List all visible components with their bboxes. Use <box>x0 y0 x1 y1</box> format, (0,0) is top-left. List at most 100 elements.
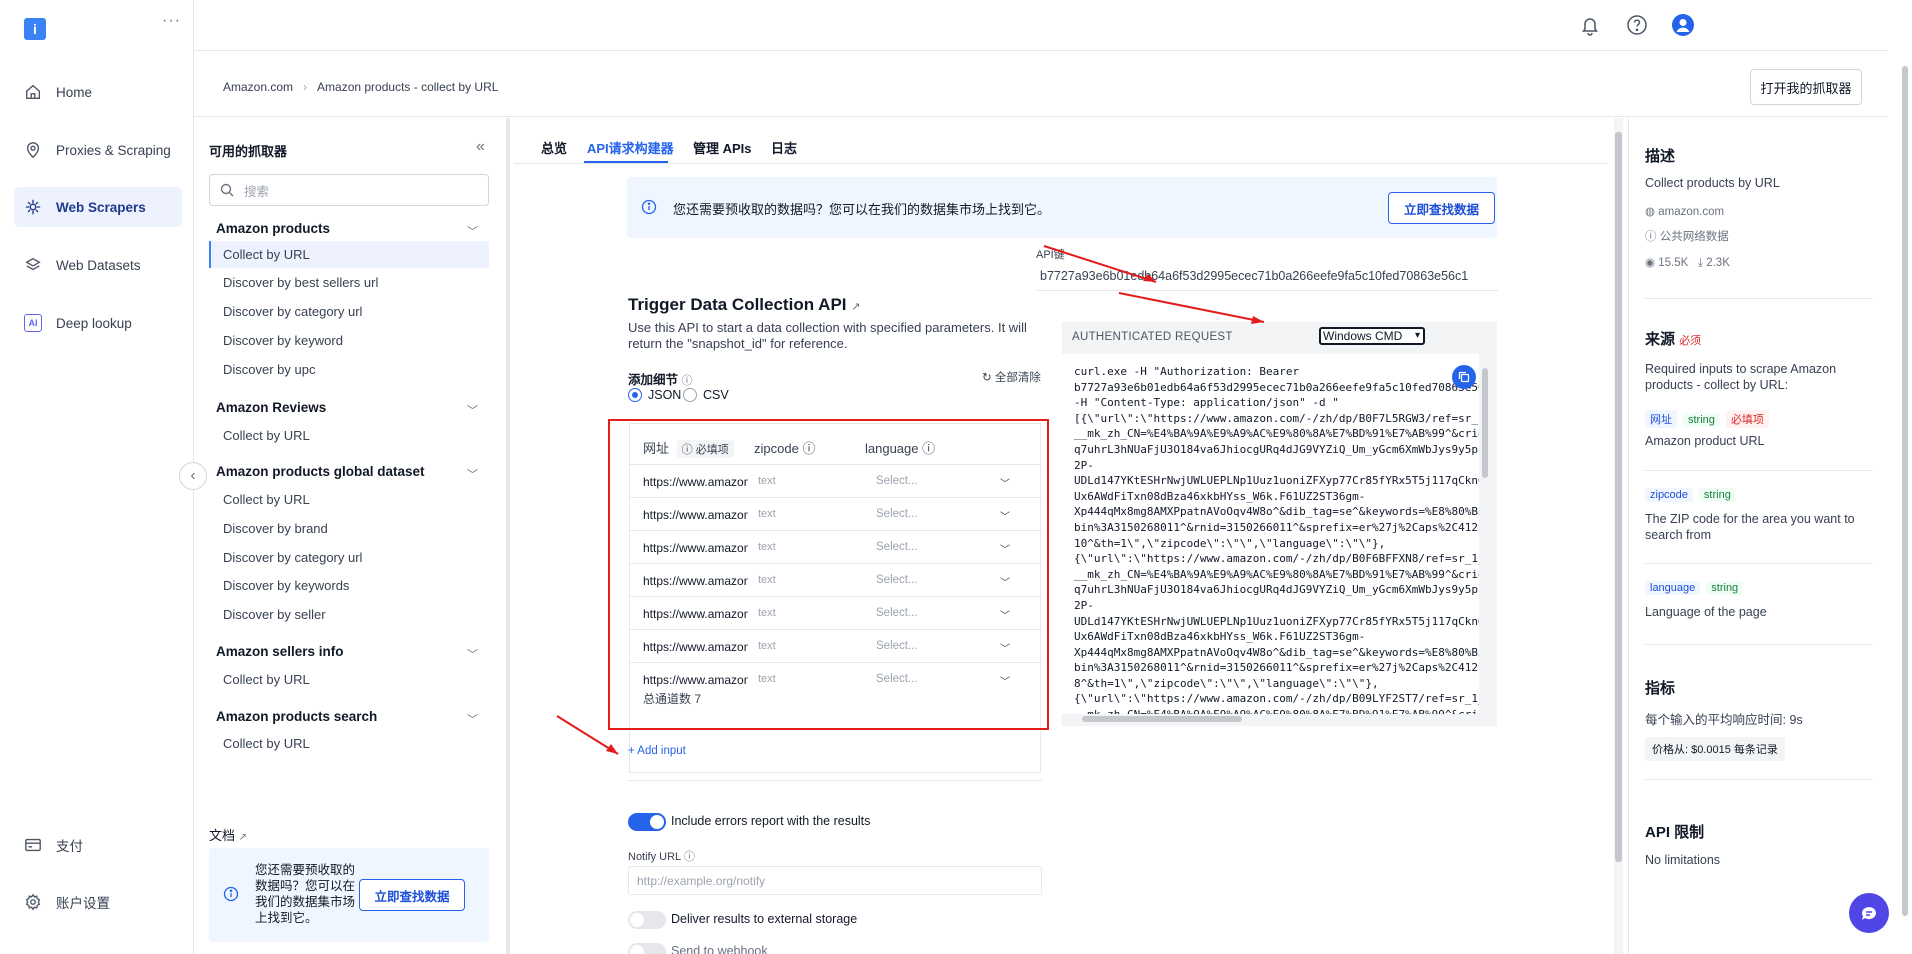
layers-icon <box>24 256 42 274</box>
nav-settings[interactable]: 账户设置 <box>14 882 182 922</box>
docs-link[interactable]: 文档 ↗ <box>209 825 247 844</box>
nav-web-datasets[interactable]: Web Datasets <box>14 245 182 285</box>
card-icon <box>24 836 42 854</box>
refresh-icon: ↻ <box>982 372 992 384</box>
group-amazon-reviews[interactable]: Amazon Reviews ﹀ <box>216 400 486 417</box>
clear-all-button[interactable]: ↻ 全部清除 <box>982 369 1041 385</box>
nav-web-scrapers[interactable]: Web Scrapers <box>14 187 182 227</box>
group-amazon-sellers[interactable]: Amazon sellers info ﹀ <box>216 644 486 661</box>
divider <box>1645 779 1873 780</box>
send-webhook-toggle[interactable] <box>628 943 666 954</box>
input-tags: zipcode string <box>1645 487 1742 502</box>
group-amazon-search[interactable]: Amazon products search ﹀ <box>216 709 486 726</box>
scraper-item[interactable]: Discover by seller <box>209 601 489 628</box>
input-description: Amazon product URL <box>1645 434 1765 448</box>
api-key-field[interactable]: b7727a93e6b01edb64a6f53d2995ecec71b0a266… <box>1036 261 1498 291</box>
breadcrumb-bar: Amazon.com › Amazon products - collect by … <box>194 50 1888 117</box>
scraper-item[interactable]: Discover by upc <box>209 356 489 383</box>
code-vertical-scrollbar[interactable] <box>1480 354 1490 714</box>
scraper-item[interactable]: Discover by brand <box>209 515 489 542</box>
scraper-item[interactable]: Discover by keywords <box>209 572 489 599</box>
content-scrollbar[interactable] <box>1614 118 1623 954</box>
bell-icon[interactable] <box>1579 14 1601 36</box>
find-data-button[interactable]: 立即查找数据 <box>1388 192 1495 224</box>
format-json-radio[interactable]: JSON <box>628 388 681 402</box>
external-link-icon: ↗ <box>851 301 861 313</box>
copy-icon <box>1458 371 1470 383</box>
notify-url-label: Notify URL ⓘ <box>628 851 695 863</box>
auth-request-label: AUTHENTICATED REQUEST <box>1072 331 1233 343</box>
nav-label: Proxies & Scraping <box>56 142 171 158</box>
chat-icon <box>1861 907 1876 920</box>
code-horizontal-scrollbar[interactable] <box>1062 714 1479 724</box>
info-icon: ⓘ <box>1645 231 1657 243</box>
group-amazon-products[interactable]: Amazon products ﹀ <box>216 221 486 238</box>
notify-url-input[interactable] <box>628 866 1042 895</box>
docs-card: 您还需要预收取的数据吗？您可以在我们的数据集市场上找到它。 立即查找数据 <box>209 848 489 942</box>
include-errors-toggle[interactable] <box>628 813 666 831</box>
input-description: The ZIP code for the area you want to se… <box>1645 512 1855 542</box>
divider <box>514 163 1609 164</box>
docs-text: 您还需要预收取的数据吗？您可以在我们的数据集市场上找到它。 <box>255 863 356 925</box>
scraper-item[interactable]: Discover by category url <box>209 544 489 571</box>
nav-label: 支付 <box>56 839 83 854</box>
help-icon: ⓘ <box>681 375 693 387</box>
collapse-icon[interactable]: « <box>476 138 485 156</box>
tab-overview[interactable]: 总览 <box>541 138 567 157</box>
nav-deep-lookup[interactable]: AI Deep lookup <box>14 303 182 343</box>
top-bar <box>194 0 1912 50</box>
tab-logs[interactable]: 日志 <box>771 138 797 157</box>
nav-billing[interactable]: 支付 <box>14 825 182 865</box>
code-panel: AUTHENTICATED REQUEST Windows CMD ▾ curl.… <box>1062 322 1497 726</box>
tab-api-builder[interactable]: API请求构建器 <box>587 138 674 157</box>
divider <box>1645 298 1873 299</box>
user-icon[interactable] <box>1672 14 1694 36</box>
breadcrumb: Amazon.com › Amazon products - collect by … <box>223 80 498 94</box>
chat-button[interactable] <box>1849 893 1889 933</box>
left-nav: i ··· Home Proxies & Scraping Web Scrape… <box>0 0 194 954</box>
os-select[interactable]: Windows CMD ▾ <box>1319 327 1425 345</box>
description-heading: 描述 <box>1645 148 1676 165</box>
scraper-item[interactable]: Discover by category url <box>209 298 489 325</box>
avg-response: 每个输入的平均响应时间: 9s <box>1645 713 1803 727</box>
search-placeholder: 搜索 <box>244 184 270 199</box>
help-icon[interactable] <box>1626 14 1648 36</box>
scraper-item[interactable]: Collect by URL <box>209 422 489 449</box>
tab-manage-apis[interactable]: 管理 APIs <box>693 138 752 157</box>
chevron-left-icon[interactable]: ‹ <box>179 462 207 490</box>
format-csv-radio[interactable]: CSV <box>683 388 729 402</box>
add-input-button[interactable]: + Add input <box>628 745 686 757</box>
scraper-item[interactable]: Collect by URL <box>209 486 489 513</box>
nav-home[interactable]: Home <box>14 72 182 112</box>
page-scrollbar[interactable] <box>1900 52 1910 948</box>
find-data-button[interactable]: 立即查找数据 <box>359 879 465 911</box>
dataset-notice: 您还需要预收取的数据吗？您可以在我们的数据集市场上找到它。 立即查找数据 <box>627 177 1497 238</box>
nav-proxies[interactable]: Proxies & Scraping <box>14 130 182 170</box>
divider <box>1645 644 1873 645</box>
code-block[interactable]: curl.exe -H "Authorization: Bearer b7727… <box>1062 354 1479 714</box>
deliver-storage-toggle[interactable] <box>628 911 666 929</box>
scraper-item[interactable]: Collect by URL <box>209 730 489 757</box>
scraper-item[interactable]: Collect by URL <box>209 241 489 268</box>
scraper-item[interactable]: Collect by URL <box>209 666 489 693</box>
chevron-down-icon: ﹀ <box>467 226 478 238</box>
group-amazon-global[interactable]: Amazon products global dataset ﹀ <box>216 464 486 481</box>
annotation-highlight-box <box>608 419 1049 730</box>
api-limits-text: No limitations <box>1645 853 1721 867</box>
more-icon[interactable]: ··· <box>162 12 181 30</box>
scraper-item[interactable]: Discover by best sellers url <box>209 269 489 296</box>
scraper-item[interactable]: Discover by keyword <box>209 327 489 354</box>
chevron-down-icon: ﹀ <box>467 649 478 661</box>
breadcrumb-root[interactable]: Amazon.com <box>223 80 293 94</box>
search-input[interactable]: 搜索 <box>209 174 489 206</box>
copy-button[interactable] <box>1452 365 1476 389</box>
external-link-icon: ↗ <box>238 832 248 843</box>
chevron-down-icon: ﹀ <box>467 469 478 481</box>
nav-label: Deep lookup <box>56 315 132 331</box>
open-my-scrapers-button[interactable]: 打开我的抓取器 <box>1750 69 1862 105</box>
nav-label: Web Scrapers <box>56 199 146 215</box>
gear-icon <box>24 893 42 911</box>
chevron-down-icon: ▾ <box>1414 330 1420 341</box>
section-title: Trigger Data Collection API ↗ <box>628 295 861 314</box>
logo[interactable]: i <box>24 18 46 40</box>
